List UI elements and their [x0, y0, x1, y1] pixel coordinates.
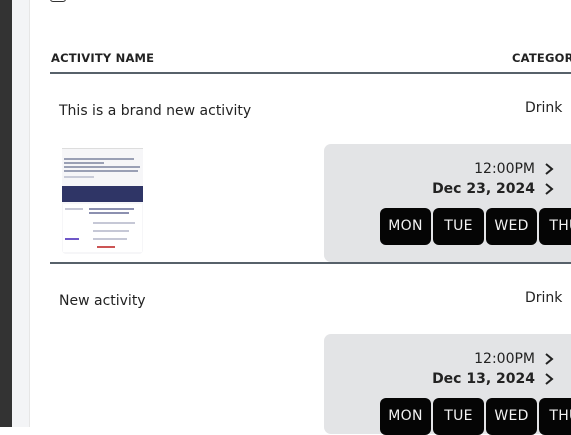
table-row[interactable]: New activity Drink 12:00PM Dec 13, 2024 … — [50, 264, 571, 435]
activity-name: This is a brand new activity — [59, 103, 252, 119]
day-wed[interactable]: WED — [486, 398, 537, 435]
day-tue[interactable]: TUE — [433, 208, 484, 245]
header-activity-name[interactable]: ACTIVITY NAME — [51, 51, 154, 65]
activity-name: New activity — [59, 293, 146, 309]
left-gutter — [12, 0, 30, 427]
schedule-time[interactable]: 12:00PM — [474, 351, 535, 367]
day-thu[interactable]: THU — [539, 208, 571, 245]
day-selector: MONTUEWEDTHU — [380, 208, 571, 245]
day-selector: MONTUEWEDTHU — [380, 398, 571, 435]
table-row[interactable]: This is a brand new activity Drink 12:00… — [50, 74, 571, 264]
schedule-date[interactable]: Dec 23, 2024 — [432, 181, 535, 197]
chevron-right-icon[interactable] — [544, 352, 554, 366]
schedule-panel: 12:00PM Dec 13, 2024 MONTUEWEDTHU — [324, 334, 571, 435]
activity-category: Drink — [525, 290, 563, 306]
chevron-right-icon[interactable] — [544, 162, 554, 176]
day-thu[interactable]: THU — [539, 398, 571, 435]
day-wed[interactable]: WED — [486, 208, 537, 245]
chevron-right-icon[interactable] — [544, 372, 554, 386]
schedule-panel: 12:00PM Dec 23, 2024 MONTUEWEDTHU — [324, 144, 571, 262]
header-category[interactable]: CATEGORY — [512, 51, 571, 65]
day-mon[interactable]: MON — [380, 208, 431, 245]
day-mon[interactable]: MON — [380, 398, 431, 435]
activity-category: Drink — [525, 100, 563, 116]
activity-thumbnail[interactable] — [62, 142, 143, 254]
schedule-time[interactable]: 12:00PM — [474, 161, 535, 177]
left-dark-bar — [0, 0, 12, 427]
chevron-right-icon[interactable] — [544, 182, 554, 196]
day-tue[interactable]: TUE — [433, 398, 484, 435]
schedule-date[interactable]: Dec 13, 2024 — [432, 371, 535, 387]
tray-icon[interactable] — [50, 0, 66, 2]
table-header: ACTIVITY NAME CATEGORY — [50, 48, 571, 74]
